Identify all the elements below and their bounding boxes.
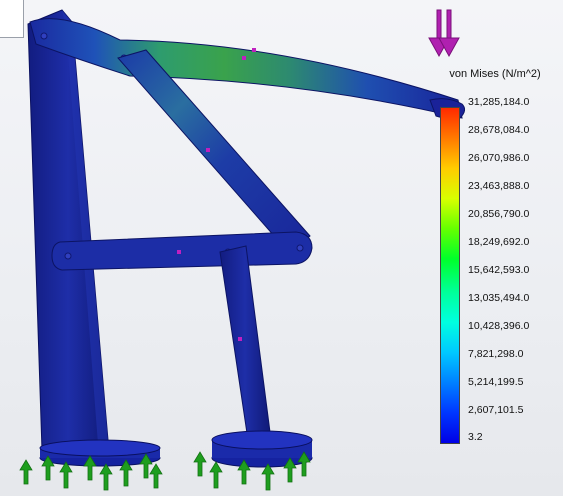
legend-tick: 7,821,298.0: [468, 348, 524, 360]
left-post: [27, 9, 109, 453]
right-leg: [219, 245, 271, 441]
downward-force-arrows-icon: [428, 9, 460, 58]
model-viewport[interactable]: von Mises (N/m^2) 31,285,184.0 28,678,08…: [0, 0, 563, 496]
legend-tick: 5,214,199.5: [468, 376, 524, 388]
right-base-plate: [211, 430, 313, 468]
legend-tick: 10,428,396.0: [468, 320, 530, 332]
stress-color-scale: [440, 107, 460, 444]
legend-tick: 13,035,494.0: [468, 292, 530, 304]
legend-tick: 2,607,101.5: [468, 404, 524, 416]
legend-tick: 28,678,084.0: [468, 124, 530, 136]
legend-title: von Mises (N/m^2): [449, 68, 541, 80]
legend-tick: 23,463,888.0: [468, 180, 530, 192]
legend-tick: 31,285,184.0: [468, 96, 530, 108]
legend-tick: 20,856,790.0: [468, 208, 530, 220]
legend-tick: 15,642,593.0: [468, 264, 530, 276]
legend-tick: 18,249,692.0: [468, 236, 530, 248]
legend-tick: 3.2: [468, 431, 483, 443]
legend-tick: 26,070,986.0: [468, 152, 530, 164]
top-beam: [29, 18, 466, 120]
